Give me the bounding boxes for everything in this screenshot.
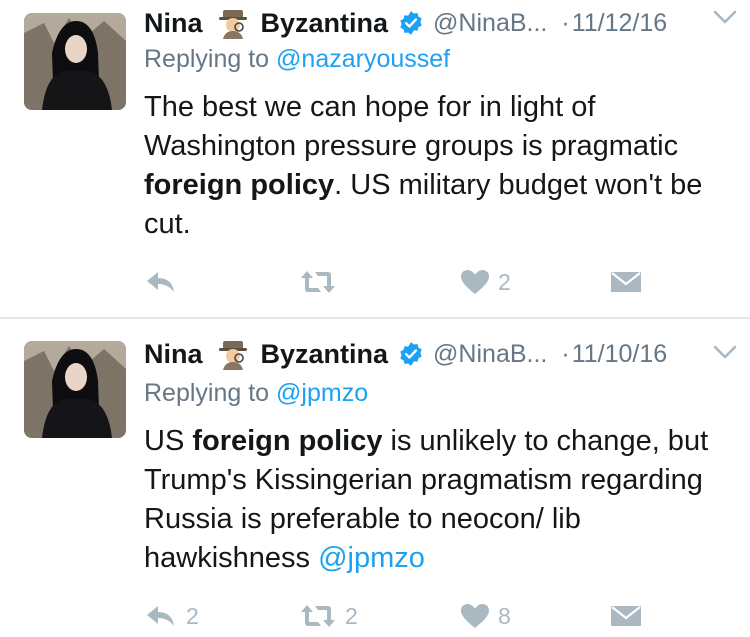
tweet-text: US foreign policy is unlikely to change,…: [144, 422, 734, 578]
reply-button[interactable]: [144, 262, 186, 302]
heart-icon: [460, 603, 490, 629]
heart-icon: [460, 269, 490, 295]
chevron-down-icon[interactable]: [712, 341, 738, 363]
verified-badge-icon: [398, 10, 424, 36]
like-count: 8: [498, 602, 511, 629]
tweet-text: The best we can hope for in light of Was…: [144, 88, 734, 244]
reply-icon: [144, 603, 178, 629]
replying-to-label: Replying to: [144, 45, 277, 73]
retweet-button[interactable]: [299, 262, 345, 302]
detective-emoji-icon: [217, 338, 249, 370]
display-name-first[interactable]: Nina: [144, 8, 203, 39]
display-name-last[interactable]: Byzantina: [261, 8, 389, 39]
reply-icon: [144, 269, 178, 295]
chevron-down-icon[interactable]: [712, 6, 738, 28]
tweet-date[interactable]: 11/12/16: [572, 9, 667, 38]
separator-dot: ·: [561, 8, 570, 37]
tweet[interactable]: Nina Byzantina @NinaB... · 11/12/16 Repl…: [0, 0, 750, 318]
user-handle[interactable]: @NinaB...: [433, 9, 547, 38]
tweet-mention-link[interactable]: @jpmzo: [318, 542, 425, 574]
replying-to-line: Replying to @nazaryoussef: [144, 45, 450, 74]
replying-to-mention[interactable]: @nazaryoussef: [276, 45, 450, 73]
like-button[interactable]: 8: [460, 596, 511, 636]
direct-message-button[interactable]: [610, 596, 642, 636]
display-name-first[interactable]: Nina: [144, 339, 203, 370]
tweet[interactable]: Nina Byzantina @NinaB... · 11/10/16 Repl…: [0, 319, 750, 637]
retweet-icon: [299, 603, 337, 629]
tweet-header: Nina Byzantina @NinaB... · 11/10/16: [144, 337, 734, 371]
direct-message-button[interactable]: [610, 262, 642, 302]
display-name-last[interactable]: Byzantina: [261, 339, 389, 370]
reply-button[interactable]: 2: [144, 596, 199, 636]
avatar[interactable]: [24, 13, 126, 110]
user-handle[interactable]: @NinaB...: [433, 340, 547, 369]
tweet-text-part: The best we can hope for in light of Was…: [144, 91, 679, 162]
verified-badge-icon: [398, 341, 424, 367]
replying-to-line: Replying to @jpmzo: [144, 379, 368, 408]
like-button[interactable]: 2: [460, 262, 511, 302]
detective-emoji-icon: [217, 7, 249, 39]
direct-message-icon: [610, 603, 642, 629]
like-count: 2: [498, 268, 511, 295]
separator-dot: ·: [561, 339, 570, 368]
retweet-button[interactable]: 2: [299, 596, 358, 636]
retweet-icon: [299, 269, 337, 295]
tweet-date[interactable]: 11/10/16: [572, 340, 667, 369]
tweet-text-part: US: [144, 425, 193, 457]
tweet-header: Nina Byzantina @NinaB... · 11/12/16: [144, 6, 734, 40]
avatar[interactable]: [24, 341, 126, 438]
tweet-actions: 2: [144, 262, 664, 302]
tweet-text-bold: foreign policy: [144, 169, 335, 201]
retweet-count: 2: [345, 602, 358, 629]
replying-to-mention[interactable]: @jpmzo: [276, 379, 368, 407]
reply-count: 2: [186, 602, 199, 629]
replying-to-label: Replying to: [144, 379, 277, 407]
tweet-text-bold: foreign policy: [192, 425, 383, 457]
direct-message-icon: [610, 269, 642, 295]
tweet-actions: 2 2 8: [144, 596, 664, 636]
